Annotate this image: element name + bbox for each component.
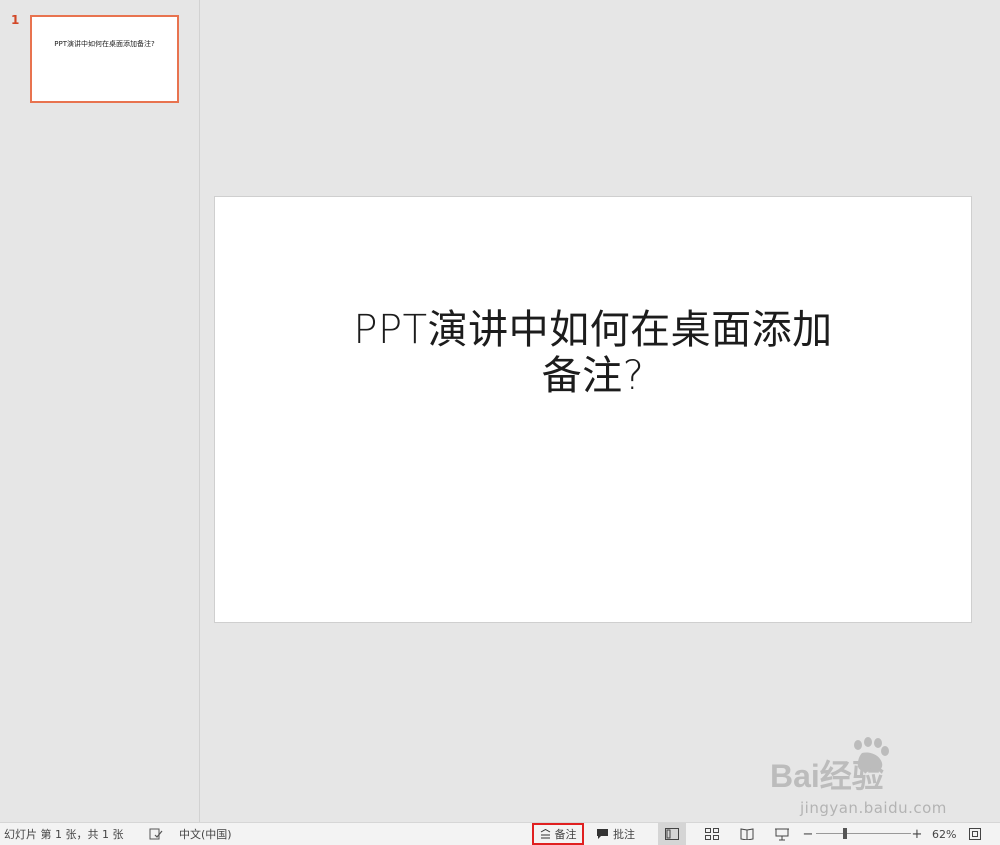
zoom-out-button[interactable]: − bbox=[803, 823, 814, 845]
language-indicator[interactable]: 中文(中国) bbox=[179, 823, 232, 845]
zoom-slider[interactable] bbox=[816, 823, 911, 845]
slide-info: 幻灯片 第 1 张，共 1 张 bbox=[4, 828, 124, 841]
comments-label: 批注 bbox=[613, 828, 635, 841]
baidu-logo: Bai经验 bbox=[770, 737, 889, 794]
slide-title-line-2: 备注? bbox=[541, 353, 645, 399]
slide-thumbnail-pane[interactable]: 1 PPT演讲中如何在桌面添加备注? bbox=[0, 0, 200, 822]
proofing-icon-svg bbox=[149, 828, 163, 840]
comments-button[interactable]: 批注 bbox=[596, 823, 635, 845]
proofing-icon[interactable] bbox=[148, 823, 164, 845]
powerpoint-window: 1 PPT演讲中如何在桌面添加备注? PPT演讲中如何在桌面添加 备注? Bai… bbox=[0, 0, 1000, 845]
status-bar: 幻灯片 第 1 张，共 1 张 中文(中国) 备注 批注 − + 62% bbox=[0, 822, 1000, 845]
slide-sorter-button[interactable] bbox=[698, 823, 726, 845]
notes-button[interactable]: 备注 bbox=[532, 823, 584, 845]
reading-view-button[interactable] bbox=[733, 823, 761, 845]
watermark-brand: Bai经验 bbox=[770, 758, 884, 794]
normal-view-icon bbox=[665, 828, 679, 840]
slide-title-line-1: PPT演讲中如何在桌面添加 bbox=[353, 307, 833, 353]
slide-sorter-icon bbox=[705, 828, 719, 840]
slide-title[interactable]: PPT演讲中如何在桌面添加 备注? bbox=[310, 307, 876, 399]
fit-to-window-button[interactable] bbox=[967, 823, 983, 845]
slideshow-icon bbox=[775, 828, 789, 840]
fit-to-window-icon bbox=[969, 828, 981, 840]
zoom-track bbox=[816, 833, 911, 834]
slide-number: 1 bbox=[11, 13, 20, 27]
thumbnail-title: PPT演讲中如何在桌面添加备注? bbox=[54, 40, 155, 48]
notes-icon bbox=[540, 828, 550, 838]
reading-view-icon bbox=[740, 828, 754, 840]
baidu-jingyan-watermark: Bai经验 jingyan.baidu.com bbox=[770, 737, 950, 817]
notes-label: 备注 bbox=[554, 828, 577, 841]
slide-thumbnail[interactable]: PPT演讲中如何在桌面添加备注? bbox=[30, 15, 179, 103]
normal-view-button[interactable] bbox=[658, 823, 686, 845]
watermark-url: jingyan.baidu.com bbox=[800, 799, 947, 817]
zoom-level[interactable]: 62% bbox=[932, 823, 956, 845]
slide-canvas[interactable]: PPT演讲中如何在桌面添加 备注? bbox=[214, 196, 972, 623]
slideshow-button[interactable] bbox=[768, 823, 796, 845]
zoom-in-button[interactable]: + bbox=[912, 823, 923, 845]
comment-icon bbox=[597, 829, 608, 839]
zoom-thumb[interactable] bbox=[843, 828, 848, 839]
